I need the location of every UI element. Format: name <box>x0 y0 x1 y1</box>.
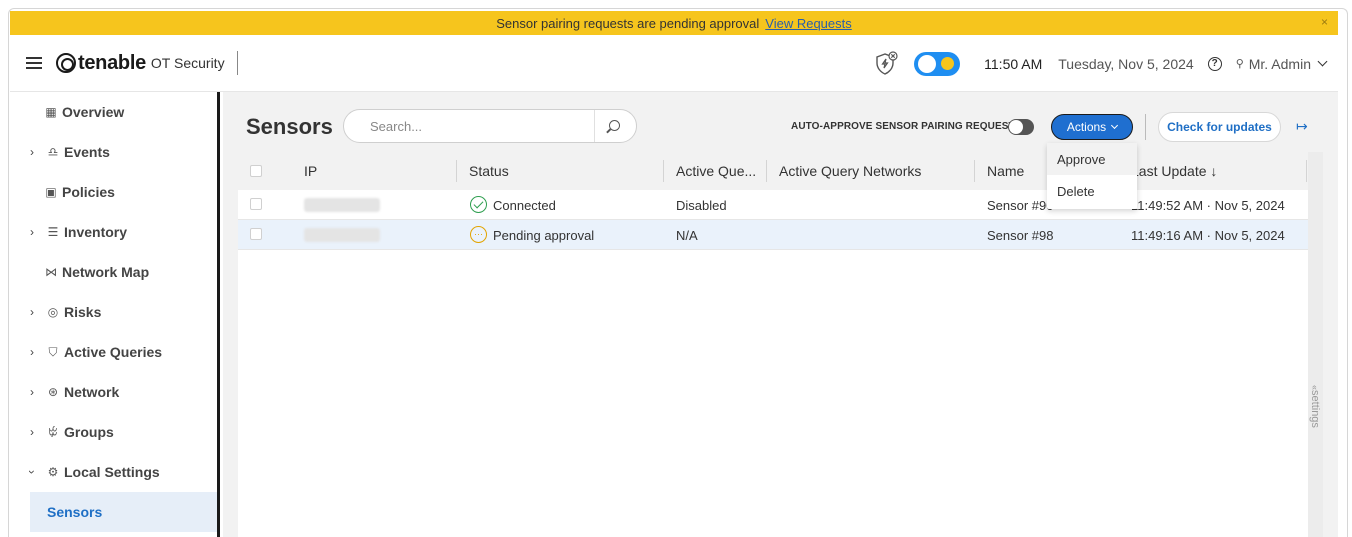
search-icon[interactable] <box>609 120 620 131</box>
page-title: Sensors <box>246 114 333 139</box>
banner-message: Sensor pairing requests are pending appr… <box>496 15 760 31</box>
sidebar-item-active-queries[interactable]: › ⛉ Active Queries <box>10 332 217 372</box>
main-content: Sensors Search... AUTO-APPROVE SENSOR PA… <box>223 92 1338 537</box>
status-text: Connected <box>493 198 556 213</box>
sidebar-item-network-map[interactable]: ⋈ Network Map <box>10 252 217 292</box>
chevron-right-icon: › <box>30 305 34 319</box>
column-status[interactable]: Status <box>469 163 509 179</box>
sidebar-item-network[interactable]: › ⊛ Network <box>10 372 217 412</box>
pending-requests-banner: Sensor pairing requests are pending appr… <box>10 11 1338 35</box>
sidebar-item-groups[interactable]: › ꔲ Groups <box>10 412 217 452</box>
current-date: Tuesday, Nov 5, 2024 <box>1058 55 1194 72</box>
user-icon: ⚲ <box>1235 58 1244 70</box>
row-checkbox[interactable] <box>250 228 262 240</box>
sidebar-item-risks[interactable]: › ◎ Risks <box>10 292 217 332</box>
sidebar-item-events[interactable]: › ♎ Events <box>10 132 217 172</box>
sidebar-item-overview[interactable]: ▦ Overview <box>10 92 217 132</box>
active-queries-cell: Disabled <box>676 198 727 213</box>
toggle-knob <box>918 54 937 73</box>
list-icon: ☰ <box>47 225 59 239</box>
tenable-logo: tenable OT Security <box>56 52 225 75</box>
theme-toggle[interactable] <box>914 51 961 76</box>
chevron-right-icon: › <box>30 145 34 159</box>
select-all-checkbox[interactable] <box>250 165 262 177</box>
ip-address-redacted <box>304 198 380 212</box>
chevron-right-icon: › <box>30 345 34 359</box>
sidebar-item-local-settings[interactable]: › ⚙ Local Settings <box>10 452 217 492</box>
banner-close-icon[interactable]: × <box>1321 15 1328 29</box>
column-last-update[interactable]: Last Update ↓ <box>1131 163 1217 179</box>
sidebar-item-inventory[interactable]: › ☰ Inventory <box>10 212 217 252</box>
chevron-down-icon <box>1111 121 1119 130</box>
chevron-down-icon[interactable] <box>1317 56 1328 67</box>
moon-icon <box>941 56 955 70</box>
column-name[interactable]: Name <box>987 163 1024 179</box>
settings-gear-icon: ⚙ <box>47 465 59 479</box>
policies-icon: ▣ <box>45 185 57 199</box>
delete-menu-item[interactable]: Delete <box>1047 175 1137 207</box>
pending-status-icon: ··· <box>470 226 487 243</box>
risk-icon: ◎ <box>47 305 59 319</box>
hamburger-menu-icon[interactable] <box>26 57 42 69</box>
column-ip[interactable]: IP <box>304 163 317 179</box>
network-map-icon: ⋈ <box>45 265 57 279</box>
column-active-query-networks[interactable]: Active Query Networks <box>779 163 921 179</box>
network-icon: ⊛ <box>47 385 59 399</box>
grid-icon: ▦ <box>45 105 57 119</box>
sidebar: ▦ Overview › ♎ Events ▣ Policies › ☰ Inv… <box>10 92 220 537</box>
view-requests-link[interactable]: View Requests <box>765 16 851 31</box>
sensor-name-cell: Sensor #98 <box>987 228 1054 243</box>
sidebar-item-sensors[interactable]: Sensors <box>30 492 217 532</box>
brand-name: tenable <box>78 51 146 74</box>
auto-approve-toggle[interactable] <box>1008 119 1034 135</box>
top-header: tenable OT Security 11:50 AM Tuesday, No… <box>10 35 1338 92</box>
collapse-panel-icon[interactable]: ↦ <box>1296 118 1308 135</box>
search-placeholder: Search... <box>370 119 423 134</box>
approve-menu-item[interactable]: Approve <box>1047 143 1137 175</box>
header-divider <box>236 51 238 75</box>
chevron-down-icon: › <box>25 470 39 474</box>
current-time: 11:50 AM <box>984 55 1043 72</box>
groups-icon: ꔲ <box>48 424 58 439</box>
actions-button[interactable]: Actions <box>1051 114 1133 140</box>
check-for-updates-button[interactable]: Check for updates <box>1158 112 1281 142</box>
chevron-right-icon: › <box>30 385 34 399</box>
status-text: Pending approval <box>493 228 595 243</box>
user-menu[interactable]: Mr. Admin <box>1249 56 1311 72</box>
connected-status-icon <box>470 196 487 213</box>
last-update-cell: 11:49:52 AM · Nov 5, 2024 <box>1131 198 1285 213</box>
sidebar-item-policies[interactable]: ▣ Policies <box>10 172 217 212</box>
column-active-queries[interactable]: Active Que... <box>676 163 756 179</box>
actions-dropdown-menu: Approve Delete <box>1047 143 1137 209</box>
help-icon[interactable]: ? <box>1207 56 1222 71</box>
chevron-right-icon: › <box>30 425 34 439</box>
chevron-right-icon: › <box>30 225 34 239</box>
auto-approve-label: AUTO-APPROVE SENSOR PAIRING REQUESTS <box>791 121 1022 132</box>
table-scrollbar[interactable] <box>1308 152 1323 537</box>
shield-bolt-icon[interactable] <box>874 50 898 77</box>
table-row[interactable]: ··· Pending approval N/A Sensor #98 11:4… <box>238 220 1308 250</box>
sensor-name-cell: Sensor #90 <box>987 198 1054 213</box>
table-header: IP Status Active Que... Active Query Net… <box>238 152 1308 190</box>
column-settings-tab[interactable]: «settings <box>1309 385 1321 435</box>
table-row[interactable]: Connected Disabled Sensor #90 11:49:52 A… <box>238 190 1308 220</box>
shield-icon: ⛉ <box>48 344 58 359</box>
row-checkbox[interactable] <box>250 198 262 210</box>
sensors-table: IP Status Active Que... Active Query Net… <box>238 152 1323 537</box>
ip-address-redacted <box>304 228 380 242</box>
bell-icon: ♎ <box>47 145 59 159</box>
active-queries-cell: N/A <box>676 228 698 243</box>
last-update-cell: 11:49:16 AM · Nov 5, 2024 <box>1131 228 1285 243</box>
tenable-logo-mark-icon <box>56 53 76 73</box>
search-input[interactable]: Search... <box>343 109 637 143</box>
product-name: OT Security <box>150 55 225 71</box>
